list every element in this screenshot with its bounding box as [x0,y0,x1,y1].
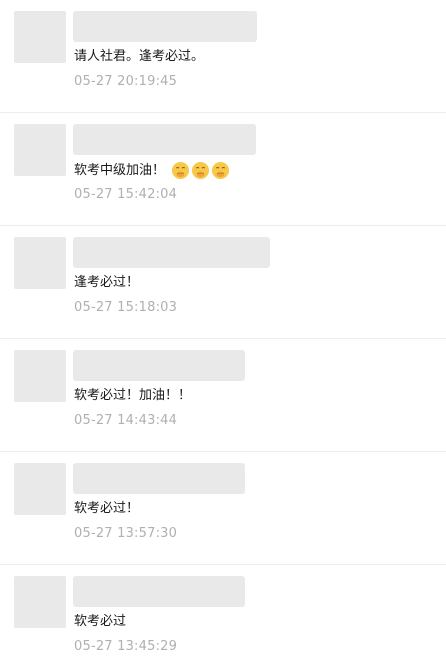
username-placeholder[interactable] [73,11,257,42]
comment-text: 软考必过！加油！！ [74,387,191,405]
comment-text: 逢考必过！ [74,274,139,292]
username-placeholder[interactable] [73,237,270,268]
comment-timestamp: 05-27 15:42:04 [74,187,178,202]
comment-text: 软考必过！ [74,500,139,518]
comment-text: 软考必过 [74,613,126,631]
comment-text-content: 软考必过！ [74,501,140,516]
comment-item: 请人社君。逢考必过。 05-27 20:19:45 [0,0,446,113]
avatar[interactable] [14,124,66,176]
comment-text-content: 软考中级加油！ [74,162,166,178]
face-with-hand-over-mouth-icon [171,161,190,180]
face-with-hand-over-mouth-icon [211,161,230,180]
username-placeholder[interactable] [73,463,245,494]
comment-text-content: 软考必过！加油！！ [74,388,192,403]
comment-item: 软考中级加油！ 05-27 15:42:04 [0,113,446,226]
emoji-group [171,161,230,180]
comment-item: 软考必过 05-27 13:45:29 [0,565,446,671]
comment-text-content: 请人社君。逢考必过。 [74,49,205,64]
comment-timestamp: 05-27 20:19:45 [74,74,178,89]
comment-item: 软考必过！加油！！ 05-27 14:43:44 [0,339,446,452]
comment-timestamp: 05-27 13:45:29 [74,639,178,654]
username-placeholder[interactable] [73,124,256,155]
avatar[interactable] [14,350,66,402]
comment-text-content: 逢考必过！ [74,275,140,290]
avatar[interactable] [14,11,66,63]
comment-list: 请人社君。逢考必过。 05-27 20:19:45 软考中级加油！ 05-27 … [0,0,446,671]
avatar[interactable] [14,576,66,628]
comment-timestamp: 05-27 14:43:44 [74,413,178,428]
comment-item: 软考必过！ 05-27 13:57:30 [0,452,446,565]
comment-timestamp: 05-27 15:18:03 [74,300,178,315]
avatar[interactable] [14,463,66,515]
avatar[interactable] [14,237,66,289]
username-placeholder[interactable] [73,576,245,607]
face-with-hand-over-mouth-icon [191,161,210,180]
comment-timestamp: 05-27 13:57:30 [74,526,178,541]
comment-text: 请人社君。逢考必过。 [74,48,204,66]
comment-item: 逢考必过！ 05-27 15:18:03 [0,226,446,339]
comment-text: 软考中级加油！ [74,161,230,180]
username-placeholder[interactable] [73,350,245,381]
comment-text-content: 软考必过 [74,614,127,629]
